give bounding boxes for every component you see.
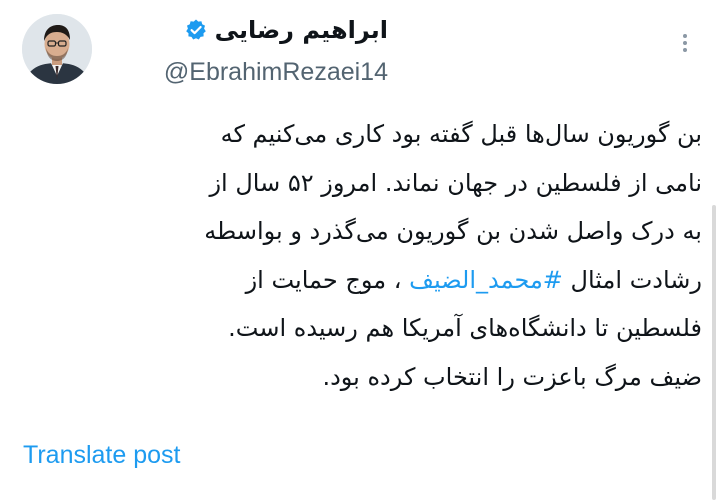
post-text-line-with-hashtag: رشادت امثال #محمد_الضیف ، موج حمایت از xyxy=(20,256,702,305)
menu-dot xyxy=(683,48,687,52)
post-text-segment: رشادت امثال xyxy=(562,265,702,294)
hashtag-link[interactable]: #محمد_الضیف xyxy=(409,266,563,294)
post-text-line: ضیف مرگ باعزت را انتخاب کرده بود. xyxy=(322,362,702,391)
menu-dot xyxy=(683,34,687,38)
post-text: بن گوریون سال‌ها قبل گفته بود کاری می‌کن… xyxy=(20,110,702,401)
more-options-icon[interactable] xyxy=(672,30,698,56)
post-text-line: فلسطین تا دانشگاه‌های آمریکا هم رسیده اس… xyxy=(228,314,702,342)
post-text-line: نامی از فلسطین در جهان نماند. امروز ۵۲ س… xyxy=(209,168,702,197)
menu-dot xyxy=(683,41,687,45)
post-text-segment: ، موج حمایت از xyxy=(245,265,410,294)
verified-badge-icon xyxy=(185,19,206,40)
author-handle[interactable]: @EbrahimRezaei14 xyxy=(164,58,388,87)
post-text-line: به درک واصل شدن بن گوریون می‌گذرد و بواس… xyxy=(204,217,702,245)
author-display-name[interactable]: ابراهیم رضایی xyxy=(215,16,388,44)
scrollbar-thumb[interactable] xyxy=(712,205,716,500)
translate-post-link[interactable]: Translate post xyxy=(23,441,180,470)
post-text-line: بن گوریون سال‌ها قبل گفته بود کاری می‌کن… xyxy=(220,120,702,148)
avatar-portrait xyxy=(22,14,92,84)
author-avatar[interactable] xyxy=(22,14,92,84)
